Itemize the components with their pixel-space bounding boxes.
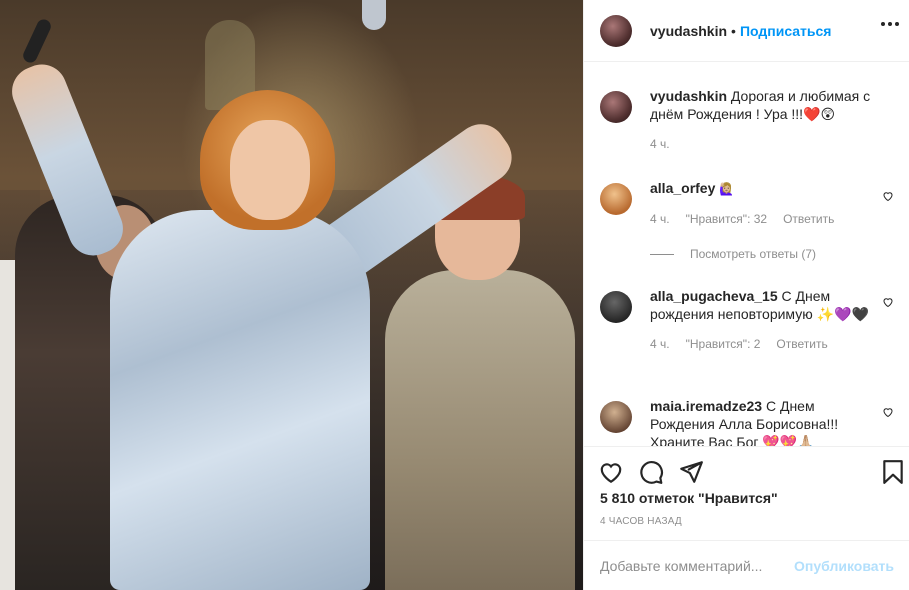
more-options-icon[interactable] xyxy=(881,22,899,26)
reply-button[interactable]: Ответить xyxy=(783,210,834,228)
reply-button[interactable]: Ответить xyxy=(776,335,827,353)
post-header: vyudashkin • Подписаться xyxy=(584,0,909,62)
caption-username[interactable]: vyudashkin xyxy=(650,88,727,104)
bookmark-icon[interactable] xyxy=(880,459,906,485)
comment-input[interactable] xyxy=(600,557,795,574)
caption: vyudashkin Дорогая и любимая с днём Рожд… xyxy=(600,87,900,153)
comment-item: maia.iremadze23 С Днем Рождения Алла Бор… xyxy=(600,397,900,446)
photo-dress xyxy=(110,210,370,590)
commenter-avatar[interactable] xyxy=(600,291,632,323)
publish-button[interactable]: Опубликовать xyxy=(794,558,894,574)
likes-count[interactable]: 5 810 отметок "Нравится" xyxy=(600,490,778,506)
share-icon[interactable] xyxy=(678,459,704,485)
comments-list[interactable]: vyudashkin Дорогая и любимая с днём Рожд… xyxy=(584,63,909,446)
caption-avatar[interactable] xyxy=(600,91,632,123)
caption-age[interactable]: 4 ч. xyxy=(650,135,670,153)
post-photo[interactable] xyxy=(0,0,583,590)
comment-item: alla_orfey 🙋🏼‍♀️ 4 ч. "Нравится": 32 Отв… xyxy=(600,179,900,228)
comment-like-icon[interactable] xyxy=(882,189,894,202)
comment-item: alla_pugacheva_15 С Днем рождения неповт… xyxy=(600,287,900,353)
comment-age[interactable]: 4 ч. xyxy=(650,335,670,353)
comment-form: Опубликовать xyxy=(584,540,909,590)
photo-young-man xyxy=(385,270,575,590)
comment-username[interactable]: maia.iremadze23 xyxy=(650,398,762,414)
comment-username[interactable]: alla_pugacheva_15 xyxy=(650,288,778,304)
comment-like-icon[interactable] xyxy=(882,405,894,418)
view-replies-label[interactable]: Посмотреть ответы (7) xyxy=(690,247,816,261)
heart-icon[interactable] xyxy=(598,459,624,485)
view-replies[interactable]: Посмотреть ответы (7) xyxy=(650,247,816,261)
photo-balloon xyxy=(362,0,386,30)
post-timestamp[interactable]: 4 ЧАСОВ НАЗАД xyxy=(600,516,682,527)
commenter-avatar[interactable] xyxy=(600,401,632,433)
comment-text: 🙋🏼‍♀️ xyxy=(719,182,735,196)
comment-username[interactable]: alla_orfey xyxy=(650,180,715,196)
post-actions xyxy=(584,446,909,496)
photo-microphone xyxy=(20,17,54,65)
author-avatar[interactable] xyxy=(600,14,632,47)
header-separator: • xyxy=(731,22,736,39)
author-username[interactable]: vyudashkin xyxy=(650,23,727,39)
comment-likes[interactable]: "Нравится": 32 xyxy=(686,210,768,228)
replies-divider xyxy=(650,253,674,255)
photo-face xyxy=(230,120,310,220)
follow-button[interactable]: Подписаться xyxy=(740,23,832,39)
comment-icon[interactable] xyxy=(638,459,664,485)
commenter-avatar[interactable] xyxy=(600,183,632,215)
post-sidebar: vyudashkin • Подписаться vyudashkin Доро… xyxy=(583,0,909,590)
comment-likes[interactable]: "Нравится": 2 xyxy=(686,335,761,353)
comment-like-icon[interactable] xyxy=(882,295,894,308)
comment-age[interactable]: 4 ч. xyxy=(650,210,670,228)
